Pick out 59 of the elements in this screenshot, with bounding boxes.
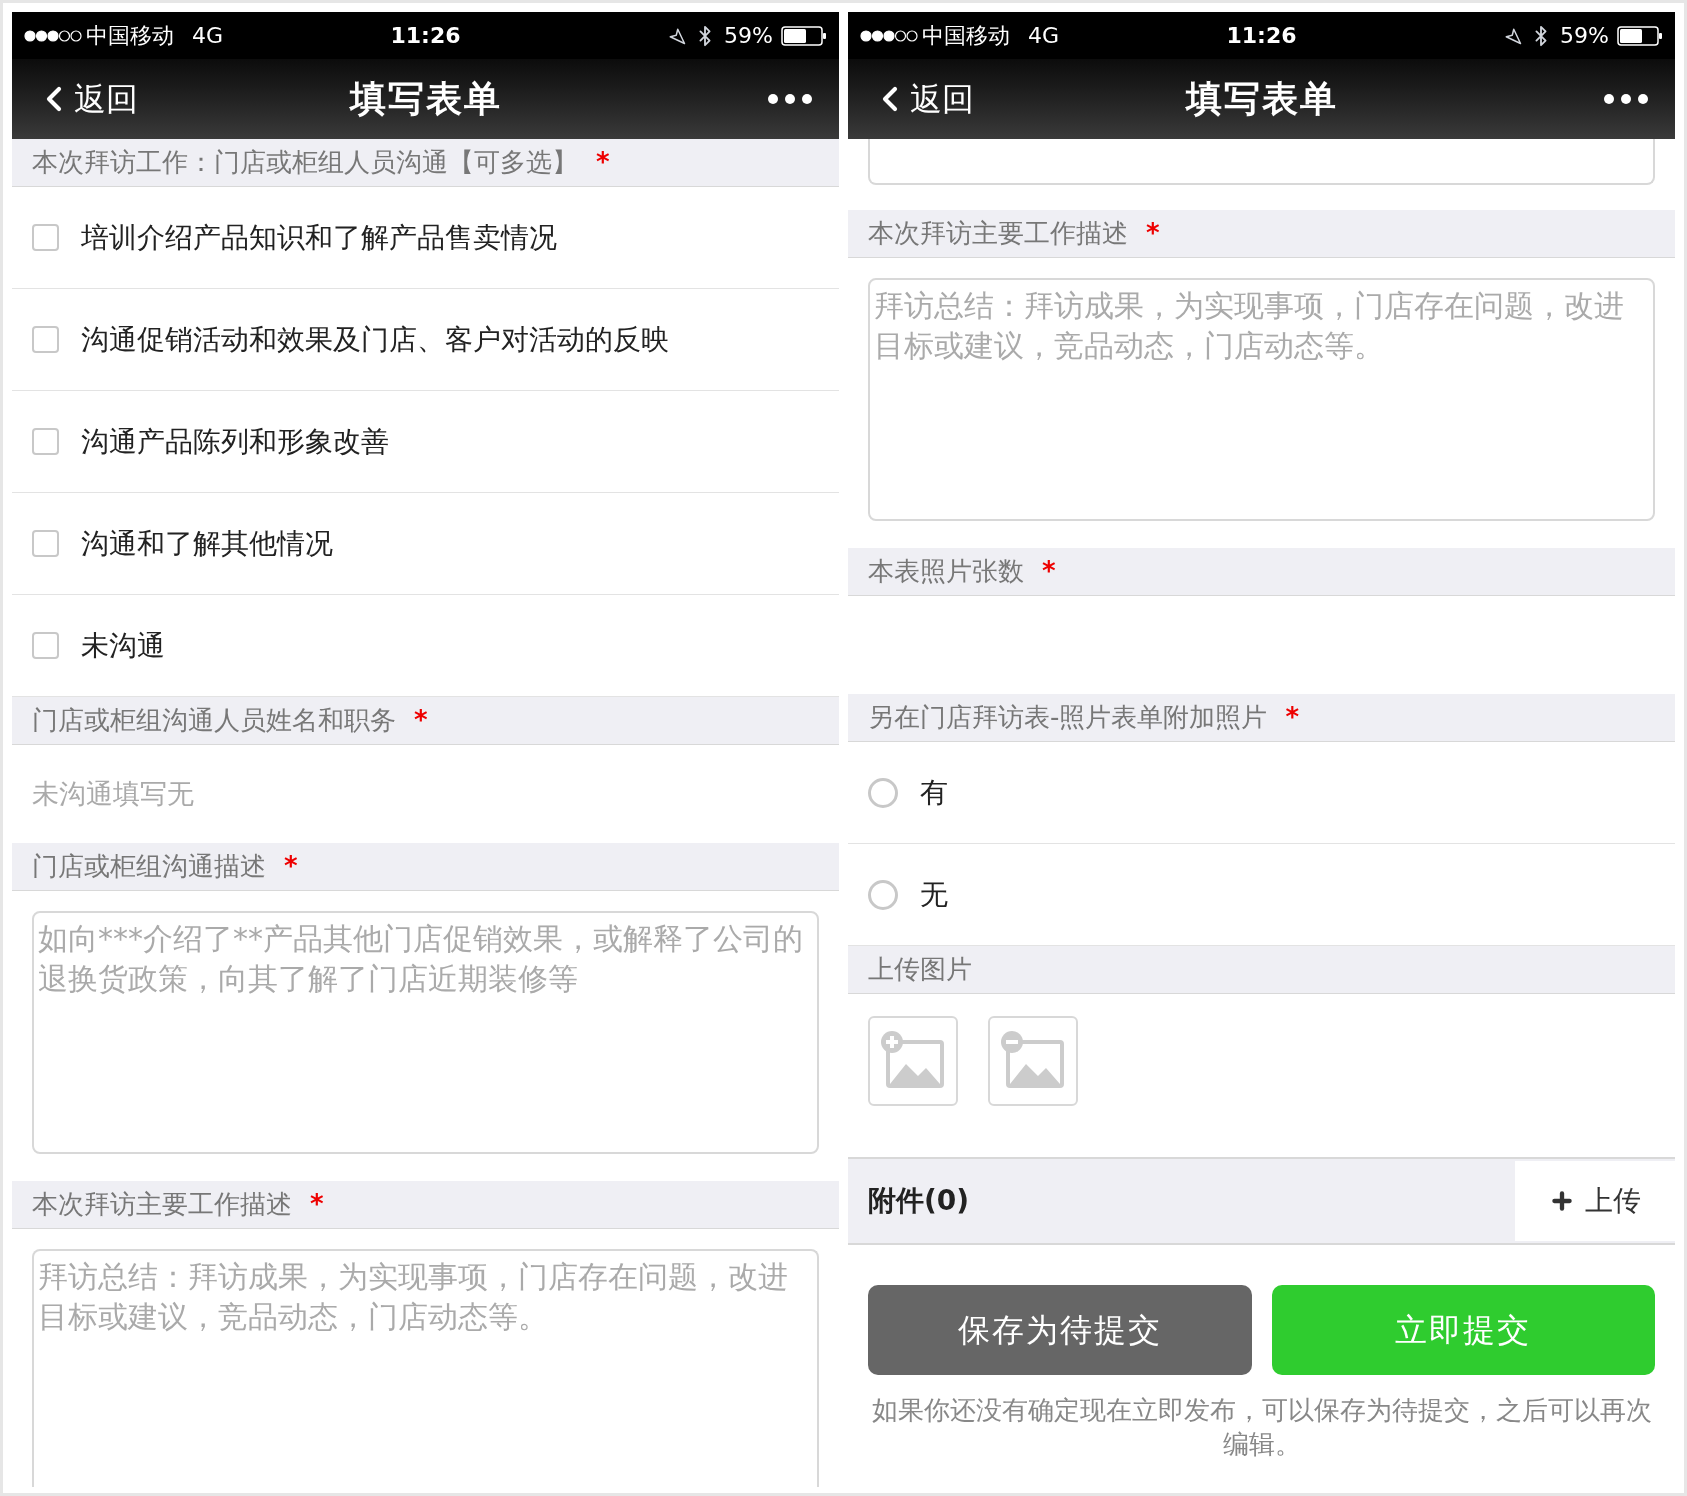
signal-icon [24,28,82,43]
required-mark: * [310,1188,324,1221]
input-field[interactable]: 未沟通填写无 [32,773,819,815]
required-mark: * [1146,217,1160,250]
hint-text: 如果你还没有确定现在立即发布，可以保存为待提交，之后可以再次编辑。 [870,1394,1653,1461]
required-mark: * [414,704,428,737]
upload-button[interactable]: 上传 [1515,1161,1675,1241]
location-icon [668,26,687,45]
checkbox[interactable] [32,632,59,659]
section-label: 本次拜访主要工作描述 [32,1188,292,1221]
radio-label: 有 [920,774,948,811]
text-area[interactable] [868,139,1655,185]
status-time: 11:26 [1226,22,1297,50]
section-label: 另在门店拜访表-照片表单附加照片 [868,701,1268,734]
network-type: 4G [1028,22,1060,50]
network-type: 4G [192,22,224,50]
location-icon [1504,26,1523,45]
required-mark: * [284,850,298,883]
back-button[interactable]: 返回 [34,75,138,123]
text-area[interactable]: 拜访总结：拜访成果，为实现事项，门店存在问题，改进目标或建议，竞品动态，门店动态等。 [32,1249,819,1487]
required-mark: * [1285,701,1299,734]
checkbox-label: 未沟通 [81,627,165,664]
attachment-label: 附件(0) [867,1183,971,1219]
signal-icon [860,28,918,43]
required-mark: * [596,146,610,179]
checkbox[interactable] [32,224,59,251]
section-label: 本次拜访工作：门店或柜组人员沟通【可多选】 [32,146,578,179]
radio-button[interactable] [868,777,898,808]
battery-percent: 59% [1560,22,1609,50]
section-label: 本表照片张数 [868,555,1024,588]
text-area[interactable]: 如向***介绍了**产品其他门店促销效果，或解释了公司的退换货政策，向其了解了门店近期装修等 [32,911,819,1154]
battery-icon [1617,25,1663,46]
required-mark: * [1042,555,1056,588]
section-label: 上传图片 [868,953,972,986]
radio-label: 无 [920,876,948,913]
battery-icon [781,25,827,46]
section-label: 门店或柜组沟通描述 [32,850,266,883]
battery-percent: 59% [724,22,773,50]
section-label: 本次拜访主要工作描述 [868,217,1128,250]
carrier-name: 中国移动 [922,22,1010,50]
plus-icon [1549,1188,1575,1214]
section-label: 门店或柜组沟通人员姓名和职务 [32,704,396,737]
checkbox-label: 沟通促销活动和效果及门店、客户对活动的反映 [81,321,669,358]
back-button[interactable]: 返回 [870,75,974,123]
status-time: 11:26 [390,22,461,50]
checkbox[interactable] [32,428,59,455]
save-draft-button[interactable]: 保存为待提交 [868,1285,1252,1375]
checkbox[interactable] [32,326,59,353]
checkbox[interactable] [32,530,59,557]
page-title: 填写表单 [1185,77,1338,121]
text-area[interactable]: 拜访总结：拜访成果，为实现事项，门店存在问题，改进目标或建议，竞品动态，门店动态等。 [868,278,1655,521]
radio-button[interactable] [868,879,898,910]
remove-image-button[interactable] [988,1016,1078,1106]
carrier-name: 中国移动 [86,22,174,50]
checkbox-label: 沟通和了解其他情况 [81,525,333,562]
checkbox-label: 沟通产品陈列和形象改善 [81,423,389,460]
page-title: 填写表单 [349,77,502,121]
add-image-button[interactable] [868,1016,958,1106]
checkbox-label: 培训介绍产品知识和了解产品售卖情况 [81,219,557,256]
